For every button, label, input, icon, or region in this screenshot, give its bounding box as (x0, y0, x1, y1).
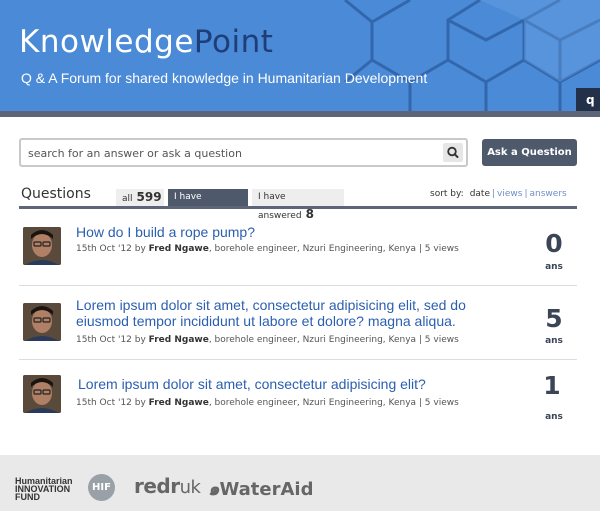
redr-text: redr (134, 474, 180, 498)
site-tagline: Q & A Forum for shared knowledge in Huma… (21, 70, 428, 86)
search-box (19, 138, 468, 167)
answer-count-label: ans (545, 262, 563, 272)
avatar[interactable] (23, 303, 61, 341)
ask-question-button[interactable]: Ask a Question (482, 139, 577, 166)
question-date: 15th Oct '12 by (76, 244, 149, 254)
avatar[interactable] (23, 227, 61, 265)
sort-date[interactable]: date (470, 189, 490, 199)
sort-separator: | (524, 189, 528, 199)
sponsor-hif-logo[interactable]: Humanitarian INNOVATION FUND (15, 477, 85, 502)
sort-controls: sort by: date | views | answers (430, 189, 567, 199)
search-button[interactable] (443, 143, 463, 162)
question-author-link[interactable]: Fred Ngawe (149, 335, 209, 345)
avatar[interactable] (23, 375, 61, 413)
logo-point: Point (193, 24, 274, 60)
question-meta: 15th Oct '12 by Fred Ngawe, borehole eng… (76, 335, 459, 345)
tab-all-count: 599 (136, 190, 162, 204)
search-icon (447, 146, 459, 158)
question-meta: 15th Oct '12 by Fred Ngawe, borehole eng… (76, 398, 459, 408)
tab-all[interactable]: all 599 (116, 189, 164, 206)
answer-count: 1 (543, 371, 561, 400)
redr-uk-text: uk (179, 477, 201, 498)
tab-all-label: all (122, 194, 133, 204)
user-avatar-icon (23, 227, 61, 265)
sponsor-wateraid-logo[interactable]: ๑WaterAid (208, 474, 313, 503)
user-avatar-icon (23, 303, 61, 341)
sort-answers[interactable]: answers (530, 189, 567, 199)
sort-label: sort by: (430, 189, 464, 199)
question-author-details: , borehole engineer, Nzuri Engineering, … (208, 398, 459, 408)
questions-heading: Questions (21, 186, 91, 202)
tab-i-have-answered[interactable]: I have answered 8 (252, 189, 344, 221)
question-author-link[interactable]: Fred Ngawe (149, 398, 209, 408)
question-divider (19, 285, 577, 286)
header-corner-tab[interactable]: q (576, 88, 600, 111)
question-author-details: , borehole engineer, Nzuri Engineering, … (208, 244, 459, 254)
hif-badge-icon: HIF (88, 474, 115, 501)
search-input[interactable] (28, 144, 428, 162)
water-drop-icon: ๑ (208, 479, 220, 500)
question-title-link[interactable]: Lorem ipsum dolor sit amet, consectetur … (78, 376, 518, 392)
header-divider (0, 111, 600, 117)
tabs-divider (19, 206, 577, 209)
answer-count-label: ans (545, 336, 563, 346)
answer-count-label: ans (545, 412, 563, 422)
tab-asked-count: 3 (204, 207, 213, 221)
wateraid-text: WaterAid (219, 479, 314, 500)
question-meta: 15th Oct '12 by Fred Ngawe, borehole eng… (76, 244, 459, 254)
user-avatar-icon (23, 375, 61, 413)
question-date: 15th Oct '12 by (76, 335, 149, 345)
sort-separator: | (492, 189, 496, 199)
question-title-link[interactable]: How do I build a rope pump? (76, 224, 516, 240)
site-logo[interactable]: KnowledgePoint (19, 24, 273, 60)
question-author-details: , borehole engineer, Nzuri Engineering, … (208, 335, 459, 345)
sort-views[interactable]: views (497, 189, 522, 199)
question-title-link[interactable]: Lorem ipsum dolor sit amet, consectetur … (76, 297, 516, 329)
question-divider (19, 359, 577, 360)
sponsor-redr-logo[interactable]: redruk (134, 474, 201, 498)
tab-i-have-asked[interactable]: I have asked 3 (168, 189, 248, 221)
logo-knowledge: Knowledge (19, 24, 194, 60)
tab-answered-count: 8 (305, 207, 314, 221)
site-header: KnowledgePoint Q & A Forum for shared kn… (0, 0, 600, 111)
question-author-link[interactable]: Fred Ngawe (149, 244, 209, 254)
question-date: 15th Oct '12 by (76, 398, 149, 408)
answer-count: 0 (545, 229, 563, 258)
answer-count: 5 (545, 304, 563, 333)
